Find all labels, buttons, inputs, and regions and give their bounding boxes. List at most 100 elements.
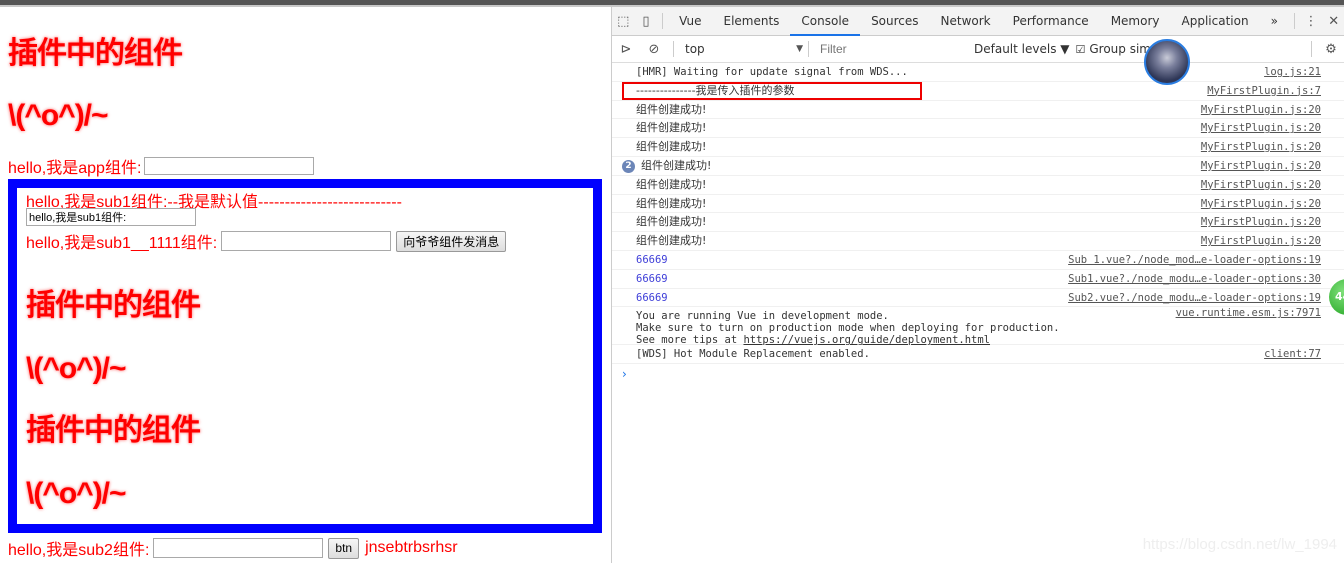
log-source-link[interactable]: MyFirstPlugin.js:20 bbox=[1201, 138, 1321, 156]
vue-msg-line2: Make sure to turn on production mode whe… bbox=[636, 322, 1060, 335]
log-source-link[interactable]: vue.runtime.esm.js:7971 bbox=[1176, 307, 1321, 319]
tab-memory[interactable]: Memory bbox=[1100, 7, 1171, 35]
log-source-link[interactable]: MyFirstPlugin.js:20 bbox=[1201, 101, 1321, 119]
log-source-link[interactable]: client:77 bbox=[1264, 345, 1321, 363]
console-log-row: [HMR] Waiting for update signal from WDS… bbox=[612, 63, 1344, 82]
log-source-link[interactable]: Sub2.vue?./node_modu…e-loader-options:19 bbox=[1068, 289, 1321, 307]
log-source-link[interactable]: Sub1.vue?./node_modu…e-loader-options:30 bbox=[1068, 270, 1321, 288]
sub2-row: hello,我是sub2组件: btn jnsebtrbsrhsr bbox=[8, 536, 458, 560]
levels-dropdown[interactable]: Default levels ▼ bbox=[974, 42, 1070, 56]
console-log-row: 2 组件创建成功! MyFirstPlugin.js:20 bbox=[612, 157, 1344, 176]
log-text: 组件创建成功! bbox=[636, 196, 707, 210]
log-source-link[interactable]: Sub 1.vue?./node_mod…e-loader-options:19 bbox=[1068, 251, 1321, 269]
console-log-row: 组件创建成功! MyFirstPlugin.js:20 bbox=[612, 101, 1344, 120]
more-tabs-icon[interactable]: » bbox=[1260, 7, 1289, 35]
log-source-link[interactable]: log.js:21 bbox=[1264, 63, 1321, 81]
divider bbox=[1293, 13, 1295, 29]
log-source-link[interactable]: MyFirstPlugin.js:20 bbox=[1201, 119, 1321, 137]
console-log-row: 组件创建成功! MyFirstPlugin.js:20 bbox=[612, 119, 1344, 139]
console-prompt[interactable]: › bbox=[612, 364, 1344, 384]
sub1111-input[interactable] bbox=[221, 231, 392, 251]
log-text: [HMR] Waiting for update signal from WDS… bbox=[636, 66, 908, 78]
tab-performance[interactable]: Performance bbox=[1002, 7, 1100, 35]
prompt-chevron-icon: › bbox=[622, 367, 627, 382]
sub1-input-row bbox=[26, 208, 196, 226]
app-page: 插件中的组件 \(^o^)/~ hello,我是app组件: hello,我是s… bbox=[0, 7, 611, 563]
log-text: 组件创建成功! bbox=[636, 140, 707, 154]
log-source-link[interactable]: MyFirstPlugin.js:20 bbox=[1201, 213, 1321, 231]
devtools-panel: ⬚ ▯ Vue Elements Console Sources Network… bbox=[611, 7, 1344, 563]
log-text: 66669 bbox=[636, 272, 668, 285]
console-log-row: 66669 Sub 1.vue?./node_mod…e-loader-optio… bbox=[612, 251, 1344, 270]
sub1-plugin-title-1: 插件中的组件 bbox=[26, 289, 201, 322]
log-text: 组件创建成功! bbox=[636, 121, 707, 135]
tab-console[interactable]: Console bbox=[790, 7, 860, 36]
divider bbox=[1311, 41, 1312, 57]
log-text: 66669 bbox=[636, 253, 668, 266]
log-source-link[interactable]: MyFirstPlugin.js:20 bbox=[1201, 195, 1321, 213]
devtools-tabbar: ⬚ ▯ Vue Elements Console Sources Network… bbox=[612, 7, 1344, 36]
plugin-title: 插件中的组件 bbox=[8, 37, 183, 70]
tab-sources[interactable]: Sources bbox=[860, 7, 929, 35]
console-log-row: 组件创建成功! MyFirstPlugin.js:20 bbox=[612, 138, 1344, 157]
group-similar-checkbox[interactable]: ☑ Group sim bbox=[1076, 42, 1152, 56]
sub1111-row: hello,我是sub1__1111组件: 向爷爷组件发消息 bbox=[26, 229, 507, 253]
sub1-component: hello,我是sub1组件:--我是默认值------------------… bbox=[8, 179, 602, 533]
kebab-menu-icon[interactable]: ⋮ bbox=[1300, 14, 1323, 29]
sub1-input[interactable] bbox=[26, 208, 196, 226]
console-toolbar: ⊳ ⊘ top ▼ Default levels ▼ ☑ Group sim ⚙ bbox=[612, 36, 1344, 63]
tab-elements[interactable]: Elements bbox=[712, 7, 790, 35]
console-log-row: 66669 Sub2.vue?./node_modu…e-loader-optio… bbox=[612, 289, 1344, 308]
log-text: 组件创建成功! bbox=[636, 177, 707, 191]
console-log-row: 组件创建成功! MyFirstPlugin.js:20 bbox=[612, 232, 1344, 251]
app-label: hello,我是app组件: bbox=[8, 160, 142, 177]
plugin-emoticon: \(^o^)/~ bbox=[8, 99, 109, 132]
tab-application[interactable]: Application bbox=[1171, 7, 1260, 35]
log-text: 组件创建成功! bbox=[641, 158, 712, 172]
log-source-link[interactable]: MyFirstPlugin.js:7 bbox=[1207, 82, 1321, 100]
close-icon[interactable]: ✕ bbox=[1322, 14, 1344, 29]
sub1-plugin-title-2: 插件中的组件 bbox=[26, 414, 201, 447]
log-text: 组件创建成功! bbox=[636, 102, 707, 116]
context-value: top bbox=[685, 42, 705, 56]
log-text: 组件创建成功! bbox=[636, 215, 707, 229]
floating-avatar[interactable] bbox=[1144, 39, 1190, 85]
tab-vue[interactable]: Vue bbox=[668, 7, 712, 35]
log-source-link[interactable]: MyFirstPlugin.js:20 bbox=[1201, 176, 1321, 194]
sub2-input[interactable] bbox=[153, 538, 324, 558]
log-source-link[interactable]: MyFirstPlugin.js:20 bbox=[1201, 157, 1321, 175]
console-log-row: 组件创建成功! MyFirstPlugin.js:20 bbox=[612, 176, 1344, 195]
divider bbox=[673, 41, 674, 57]
sub2-btn[interactable]: btn bbox=[328, 537, 360, 559]
sub2-output: jnsebtrbsrhsr bbox=[365, 539, 458, 556]
watermark: https://blog.csdn.net/lw_1994 bbox=[1142, 536, 1337, 553]
chevron-down-icon: ▼ bbox=[796, 44, 803, 54]
app-row: hello,我是app组件: bbox=[8, 154, 315, 178]
console-log-row: 组件创建成功! MyFirstPlugin.js:20 bbox=[612, 213, 1344, 233]
app-input[interactable] bbox=[144, 157, 315, 175]
inspect-element-icon[interactable]: ⬚ bbox=[612, 14, 635, 29]
checkbox-checked-icon: ☑ bbox=[1075, 42, 1086, 56]
log-source-link[interactable]: MyFirstPlugin.js:20 bbox=[1201, 232, 1321, 250]
divider bbox=[808, 41, 809, 57]
device-toolbar-icon[interactable]: ▯ bbox=[635, 14, 658, 29]
sub1-plugin-emoticon-2: \(^o^)/~ bbox=[26, 477, 127, 510]
log-text: 66669 bbox=[636, 291, 668, 304]
sub1111-label: hello,我是sub1__1111组件: bbox=[26, 235, 218, 252]
context-select[interactable]: top ▼ bbox=[679, 42, 803, 56]
sidebar-toggle-icon[interactable]: ⊳ bbox=[612, 42, 640, 57]
vue-dev-message: You are running Vue in development mode.… bbox=[612, 307, 1344, 346]
filter-input[interactable] bbox=[814, 39, 970, 59]
group-similar-label: Group sim bbox=[1089, 42, 1151, 56]
settings-gear-icon[interactable]: ⚙ bbox=[1317, 42, 1344, 57]
tab-network[interactable]: Network bbox=[930, 7, 1002, 35]
highlight-box bbox=[622, 82, 922, 100]
sub2-label: hello,我是sub2组件: bbox=[8, 542, 150, 559]
log-text: [WDS] Hot Module Replacement enabled. bbox=[636, 348, 870, 361]
browser-top-strip bbox=[0, 0, 1344, 7]
log-text: 组件创建成功! bbox=[636, 234, 707, 248]
sub1-plugin-emoticon-1: \(^o^)/~ bbox=[26, 352, 127, 385]
clear-console-icon[interactable]: ⊘ bbox=[640, 42, 668, 57]
send-to-grandparent-button[interactable]: 向爷爷组件发消息 bbox=[396, 230, 507, 252]
divider bbox=[662, 13, 664, 29]
